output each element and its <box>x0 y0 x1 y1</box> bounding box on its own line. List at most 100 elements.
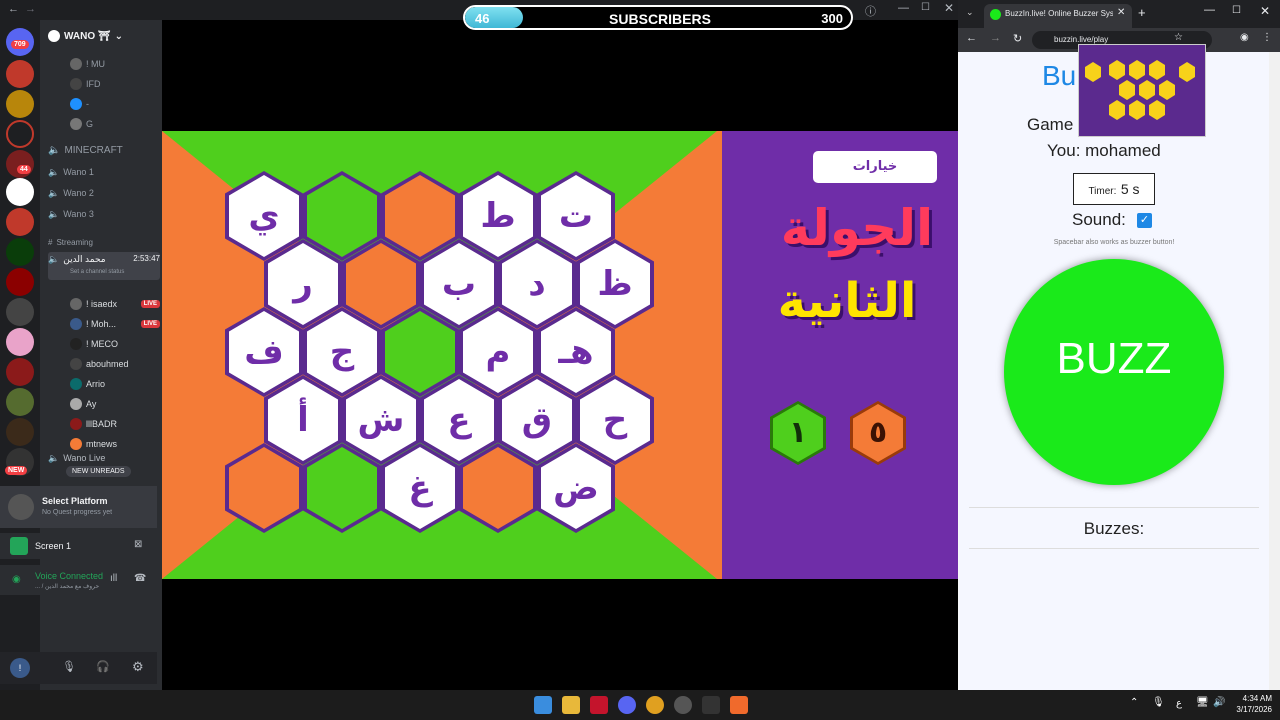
browser-tab[interactable]: BuzzIn.live! Online Buzzer Syste ✕ <box>984 4 1132 28</box>
tray-chevron-icon[interactable]: ⌃ <box>1130 697 1138 708</box>
wano-live-channel[interactable]: 🔈 Wano Live <box>48 450 160 466</box>
app-icon[interactable] <box>702 696 720 714</box>
team-green-score: ١ <box>770 401 826 465</box>
voice-member[interactable]: ! isaedx LIVE <box>70 296 160 312</box>
avatar <box>70 378 82 390</box>
obs-taskbar-icon[interactable] <box>674 696 692 714</box>
clock-date[interactable]: 3/17/2026 <box>1224 705 1272 714</box>
minecraft-channel[interactable]: 🔈 MINECRAFT <box>48 142 160 158</box>
voice-channel-wano-1[interactable]: 🔈 Wano 1 <box>48 164 160 180</box>
channel-label: G <box>86 119 94 129</box>
voice-member[interactable]: ! Moh... LIVE <box>70 316 160 332</box>
tab-close-icon[interactable]: ✕ <box>1117 7 1125 18</box>
hex-letter: ت <box>541 175 611 257</box>
minimize-icon[interactable]: — <box>1204 4 1215 16</box>
avatar <box>70 438 82 450</box>
speaker-icon: 🔈 <box>48 144 61 156</box>
tab-search-icon[interactable]: ⌄ <box>966 7 974 18</box>
server-icon[interactable] <box>6 90 34 118</box>
server-icon[interactable] <box>6 238 34 266</box>
new-unreads-pill[interactable]: NEW UNREADS <box>66 466 131 477</box>
help-icon[interactable]: ⓘ <box>865 3 876 19</box>
voice-member[interactable]: abouhmed <box>70 356 160 372</box>
voice-member[interactable]: ! MECO <box>70 336 160 352</box>
screen-share-item[interactable]: Screen 1 ⊠ <box>0 533 157 559</box>
hex-letter <box>307 175 377 257</box>
start-button-icon[interactable] <box>534 696 552 714</box>
back-arrow-icon[interactable]: ← <box>8 3 19 15</box>
buzzes-heading: Buzzes: <box>1083 519 1145 538</box>
server-icon[interactable] <box>6 388 34 416</box>
new-tab-icon[interactable]: + <box>1138 5 1146 20</box>
voice-channel-wano-2[interactable]: 🔈 Wano 2 <box>48 185 160 201</box>
settings-gear-icon[interactable]: ⚙ <box>132 659 144 675</box>
buzz-button[interactable]: BUZZ <box>1004 259 1224 485</box>
stop-share-icon[interactable]: ⊠ <box>134 539 142 550</box>
wano-server-icon[interactable] <box>6 178 34 206</box>
back-arrow-icon[interactable]: ← <box>966 32 977 44</box>
member-name: ! MECO <box>86 339 119 349</box>
app-icon[interactable] <box>590 696 608 714</box>
server-icon[interactable] <box>6 120 34 148</box>
menu-icon[interactable]: ⋮ <box>1262 32 1272 43</box>
discord-taskbar-icon[interactable] <box>618 696 636 714</box>
hex-letter: ط <box>463 175 533 257</box>
disconnect-icon[interactable]: ☎ <box>134 573 146 584</box>
server-icon[interactable] <box>6 208 34 236</box>
streaming-category[interactable]: # Streaming <box>48 234 160 250</box>
minimize-icon[interactable]: — <box>898 2 909 14</box>
close-icon[interactable]: ✕ <box>1260 4 1270 18</box>
voice-member[interactable]: Ay <box>70 396 160 412</box>
screen-icon <box>10 537 28 555</box>
maximize-icon[interactable]: ☐ <box>1232 5 1241 16</box>
channel-item[interactable]: - <box>70 96 160 112</box>
server-icon[interactable] <box>6 268 34 296</box>
user-avatar[interactable]: ! <box>10 658 30 678</box>
language-indicator[interactable]: ع <box>1176 698 1182 709</box>
page-scrollbar[interactable] <box>1269 52 1280 690</box>
channel-item[interactable]: G <box>70 116 160 132</box>
server-icon[interactable] <box>6 60 34 88</box>
server-icon[interactable] <box>6 358 34 386</box>
microphone-icon[interactable]: 🎙 <box>62 660 76 673</box>
hex-letter <box>346 243 416 325</box>
clock-time[interactable]: 4:34 AM <box>1228 694 1272 703</box>
profile-icon[interactable]: ◉ <box>1240 32 1249 43</box>
maximize-icon[interactable]: ☐ <box>921 2 930 13</box>
voice-member[interactable]: Arrio <box>70 376 160 392</box>
microphone-icon[interactable]: 🎙 <box>1152 697 1165 708</box>
member-name: abouhmed <box>86 359 129 369</box>
active-voice-channel[interactable]: 🔈 محمد الدين 2:53:47 <box>48 252 160 280</box>
forward-arrow-icon[interactable]: → <box>990 32 1001 44</box>
buzzer-page: Bu Game You: mohamed Timer: 5 s Sound: ✓… <box>959 44 1269 690</box>
forward-arrow-icon[interactable]: → <box>25 3 36 15</box>
voice-channel-wano-3[interactable]: 🔈 Wano 3 <box>48 206 160 222</box>
select-platform-panel[interactable]: Select Platform No Quest progress yet <box>0 486 157 528</box>
avatar <box>70 98 82 110</box>
set-status-link[interactable]: Set a channel status <box>70 269 124 275</box>
file-explorer-icon[interactable] <box>562 696 580 714</box>
chrome-taskbar-icon[interactable] <box>646 696 664 714</box>
channel-item[interactable]: ! MU <box>70 56 160 72</box>
network-icon[interactable]: 🖥 <box>1196 697 1209 708</box>
member-name: ! isaedx <box>86 299 118 309</box>
voice-activity-icon[interactable]: ıll <box>110 573 117 584</box>
buzz-label: BUZZ <box>1056 334 1172 383</box>
subscriber-goal: 300 <box>821 11 843 26</box>
options-button[interactable]: خيارات <box>813 151 937 183</box>
close-icon[interactable]: ✕ <box>944 1 954 15</box>
reload-icon[interactable]: ↻ <box>1013 32 1022 45</box>
sound-checkbox[interactable]: ✓ <box>1137 213 1152 228</box>
brave-taskbar-icon[interactable] <box>730 696 748 714</box>
server-name-header[interactable]: WANO ⛩ ⌄ <box>48 28 160 44</box>
bookmark-star-icon[interactable]: ☆ <box>1174 32 1183 43</box>
live-badge: LIVE <box>140 320 160 328</box>
server-icon[interactable] <box>6 298 34 326</box>
channel-item[interactable]: IFD <box>70 76 160 92</box>
headphones-icon[interactable]: 🎧 <box>96 660 110 673</box>
server-icon[interactable] <box>6 328 34 356</box>
voice-member[interactable]: lllBADR <box>70 416 160 432</box>
channel-label: Wano 2 <box>63 188 94 198</box>
server-icon[interactable] <box>6 418 34 446</box>
quest-progress-label: No Quest progress yet <box>42 509 113 516</box>
